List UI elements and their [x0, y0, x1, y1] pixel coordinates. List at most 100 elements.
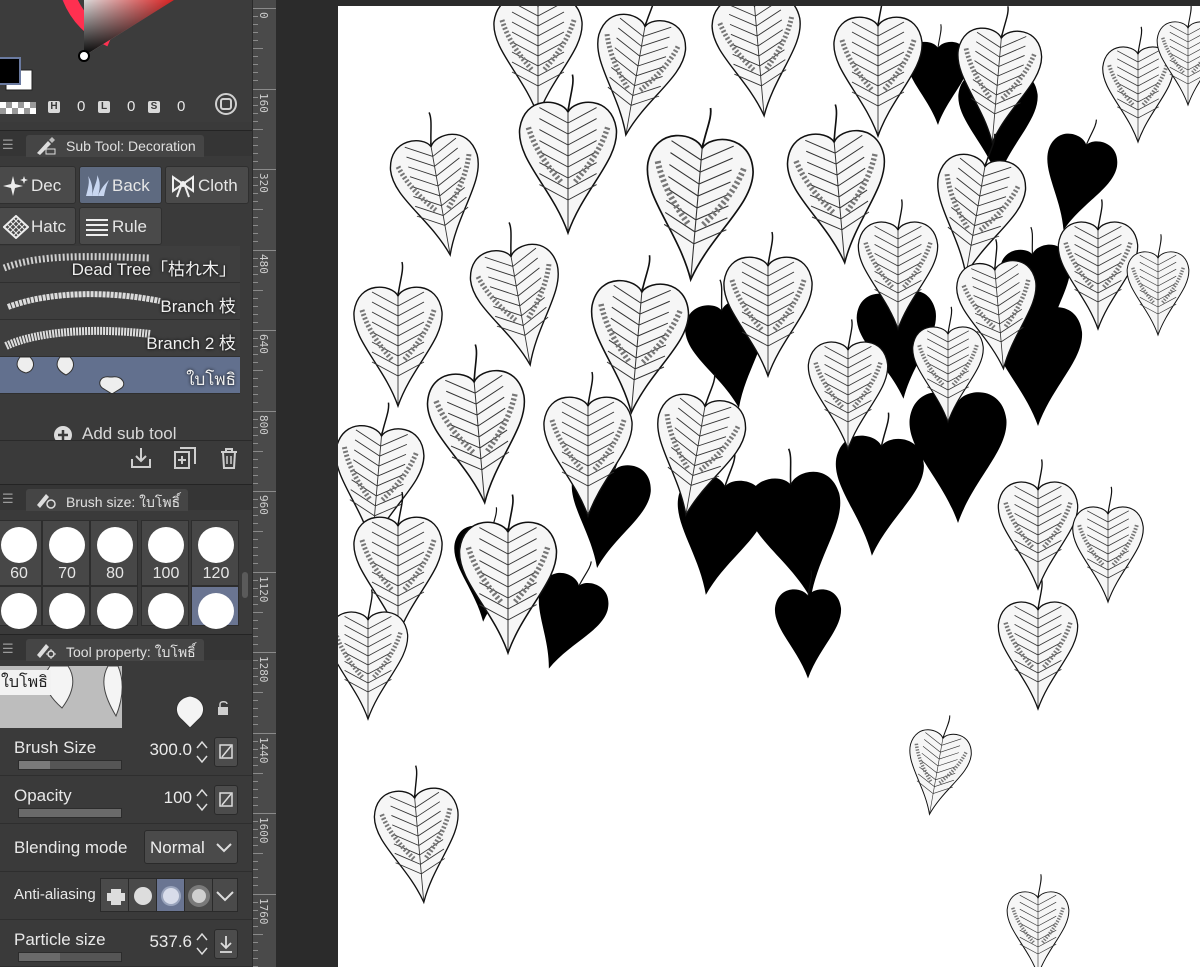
- brush-size-preset[interactable]: [42, 586, 90, 629]
- brush-size-row: Brush Size 300.0: [0, 728, 252, 776]
- ruler-minor-tick: [253, 482, 258, 484]
- size-dot: [198, 593, 234, 629]
- brush-size-preset[interactable]: [0, 586, 42, 629]
- group-button-cloth[interactable]: Cloth: [165, 166, 249, 204]
- brush-item-dead-tree[interactable]: Dead Tree「枯れ木」: [0, 246, 240, 283]
- ruler-minor-tick: [253, 402, 258, 404]
- sub-tool-tab[interactable]: Sub Tool: Decoration: [26, 135, 204, 157]
- group-button-back[interactable]: Back: [79, 166, 162, 204]
- brush-size-icon: [37, 494, 56, 509]
- brush-size-preset-selected[interactable]: [191, 586, 239, 629]
- ruler-minor-tick: [253, 917, 258, 919]
- brush-name: Branch 2 枝: [146, 334, 236, 353]
- brush-item-branch-2[interactable]: Branch 2 枝: [0, 320, 240, 357]
- ruler-major-tick: [253, 813, 277, 814]
- group-button-dec[interactable]: Dec: [0, 166, 76, 204]
- brush-name: ใบโพธิ: [186, 370, 236, 389]
- antialias-dropdown[interactable]: [212, 878, 238, 912]
- tool-property-tab[interactable]: Tool property: ใบโพธิ์: [26, 639, 204, 661]
- ruler-minor-tick: [253, 619, 258, 621]
- ruler-minor-tick: [253, 128, 263, 130]
- ruler-minor-tick: [253, 861, 258, 863]
- duplicate-icon[interactable]: [172, 445, 198, 471]
- sparkle-icon: [3, 176, 28, 196]
- sub-tool-panel-header: ☰ Sub Tool: Decoration: [0, 130, 252, 157]
- panel-grip-icon[interactable]: ☰: [2, 641, 14, 657]
- group-button-hatching[interactable]: Hatc: [0, 207, 76, 245]
- ruler-minor-tick: [253, 144, 258, 146]
- brush-size-scrollbar[interactable]: [242, 572, 248, 598]
- spin-arrows-icon[interactable]: [195, 786, 209, 814]
- ruler-minor-tick: [253, 700, 258, 702]
- ruler-minor-tick: [253, 925, 258, 927]
- ruler-minor-tick: [253, 708, 258, 710]
- ruler-minor-tick: [253, 643, 258, 645]
- lock-icon[interactable]: [216, 700, 232, 716]
- canvas-gutter: [276, 0, 338, 967]
- group-label: Back: [112, 176, 150, 195]
- sub-tool-actions-bar: [0, 440, 252, 474]
- antialias-weak-button[interactable]: [128, 878, 158, 912]
- color-wheel[interactable]: [0, 0, 252, 92]
- panel-grip-icon[interactable]: ☰: [2, 137, 14, 153]
- ruler-major-tick: [253, 410, 277, 412]
- opacity-value[interactable]: 100: [132, 788, 192, 808]
- ruler-minor-tick: [253, 185, 258, 187]
- import-icon[interactable]: [128, 445, 154, 471]
- transparent-swatch-icon[interactable]: [0, 102, 40, 116]
- ruler-minor-tick: [253, 837, 258, 839]
- spin-arrows-icon[interactable]: [195, 738, 209, 766]
- brush-size-preset[interactable]: 120: [191, 520, 239, 586]
- ruler-major-tick: [253, 571, 277, 573]
- group-label: Dec: [31, 176, 62, 195]
- opacity-slider[interactable]: [18, 808, 122, 818]
- ruler-minor-tick: [253, 362, 258, 364]
- brush-size-tab[interactable]: Brush size: ใบโพธิ์: [26, 489, 189, 511]
- brush-size-preset[interactable]: 60: [0, 520, 42, 586]
- brush-size-value[interactable]: 300.0: [132, 740, 192, 760]
- brush-item-bodhi-leaf[interactable]: ใบโพธิ: [0, 357, 240, 394]
- brush-item-branch[interactable]: Branch 枝: [0, 283, 240, 320]
- ruler-minor-tick: [253, 257, 258, 259]
- brush-size-preset[interactable]: [90, 586, 138, 629]
- ruler-minor-tick: [253, 418, 258, 420]
- panel-grip-icon[interactable]: ☰: [2, 491, 14, 507]
- opacity-settings-button[interactable]: [214, 785, 238, 815]
- particle-size-value[interactable]: 537.6: [132, 932, 192, 952]
- antialias-none-button[interactable]: [100, 878, 130, 912]
- particle-settings-button[interactable]: [214, 929, 238, 959]
- s-value[interactable]: 0: [177, 98, 185, 115]
- pressure-settings-button[interactable]: [214, 737, 238, 767]
- brush-size-preset[interactable]: 80: [90, 520, 138, 586]
- pressure-icon: [219, 744, 233, 759]
- drawing-canvas[interactable]: [338, 6, 1200, 967]
- antialias-medium-button[interactable]: [156, 878, 186, 912]
- ruler-minor-tick: [253, 426, 258, 428]
- ruler-minor-tick: [253, 386, 258, 388]
- ruler-minor-tick: [253, 338, 258, 340]
- ruler-minor-tick: [253, 233, 258, 235]
- ruler-minor-tick: [253, 579, 258, 581]
- brush-size-preset[interactable]: [141, 586, 189, 629]
- brush-size-slider[interactable]: [18, 760, 122, 770]
- leaf-drawing: [373, 765, 459, 905]
- circle-strong-icon: [188, 885, 210, 907]
- ruler-minor-tick: [253, 587, 258, 589]
- l-value[interactable]: 0: [127, 98, 135, 115]
- ruler-minor-tick: [253, 740, 258, 742]
- group-button-ruled[interactable]: Rule: [79, 207, 162, 245]
- size-value: 80: [106, 565, 124, 582]
- trash-icon[interactable]: [216, 445, 242, 471]
- h-value[interactable]: 0: [77, 98, 85, 115]
- opacity-label: Opacity: [14, 786, 72, 805]
- antialias-strong-button[interactable]: [184, 878, 214, 912]
- ruler-minor-tick: [253, 152, 258, 154]
- color-mode-icon[interactable]: [214, 92, 238, 116]
- spin-arrows-icon[interactable]: [195, 930, 209, 958]
- ruler-minor-tick: [253, 941, 258, 943]
- brush-size-preset[interactable]: 100: [141, 520, 189, 586]
- vertical-ruler[interactable]: 0 160 320 480 640 800 960 1120 1280 1440 1600 1760: [252, 0, 277, 967]
- brush-size-preset[interactable]: 70: [42, 520, 90, 586]
- particle-size-slider[interactable]: [18, 952, 122, 962]
- blending-mode-select[interactable]: Normal: [144, 830, 238, 864]
